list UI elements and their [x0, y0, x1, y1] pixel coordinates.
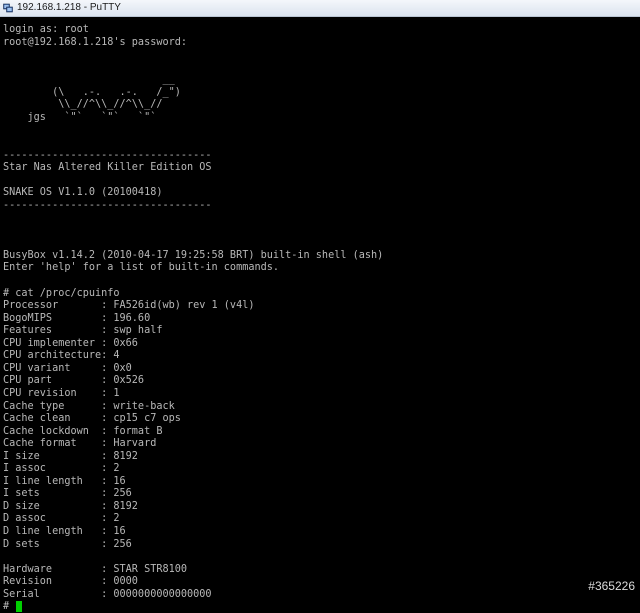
terminal-line: BogoMIPS : 196.60 — [3, 312, 151, 324]
terminal-line: Cache lockdown : format B — [3, 425, 163, 437]
terminal-line: CPU variant : 0x0 — [3, 362, 132, 374]
image-watermark: #365226 — [588, 579, 635, 593]
text-cursor — [16, 601, 23, 613]
terminal-line: BusyBox v1.14.2 (2010-04-17 19:25:58 BRT… — [3, 249, 384, 261]
terminal-line: jgs `"` `"` `"` — [3, 111, 157, 123]
terminal-line: Star Nas Altered Killer Edition OS — [3, 162, 212, 174]
terminal-line: Revision : 0000 — [3, 576, 138, 588]
terminal-line: D assoc : 2 — [3, 513, 120, 525]
terminal-line: root@192.168.1.218's password: — [3, 36, 188, 48]
terminal-line: ---------------------------------- — [3, 199, 212, 211]
terminal-line: SNAKE OS V1.1.0 (20100418) — [3, 187, 163, 199]
shell-prompt: # — [3, 601, 16, 613]
terminal-line: D size : 8192 — [3, 500, 138, 512]
terminal-line: Processor : FA526id(wb) rev 1 (v4l) — [3, 300, 255, 312]
terminal-prompt-line[interactable]: # — [3, 601, 23, 613]
terminal-line: login as: root — [3, 24, 89, 35]
terminal-line: D sets : 256 — [3, 538, 132, 550]
terminal-line: Hardware : STAR STR8100 — [3, 563, 188, 575]
window-title: 192.168.1.218 - PuTTY — [17, 2, 121, 13]
terminal-line: __ — [3, 74, 175, 86]
terminal-line: I size : 8192 — [3, 450, 138, 462]
window-titlebar[interactable]: 192.168.1.218 - PuTTY — [0, 0, 640, 17]
terminal-line: I sets : 256 — [3, 488, 132, 500]
terminal-line: CPU part : 0x526 — [3, 375, 145, 387]
terminal-line: I assoc : 2 — [3, 463, 120, 475]
terminal-line: Features : swp half — [3, 325, 163, 337]
terminal-line: Cache format : Harvard — [3, 438, 157, 450]
terminal-line: CPU architecture: 4 — [3, 350, 120, 362]
terminal-line: Cache clean : cp15 c7 ops — [3, 413, 181, 425]
terminal-line: # cat /proc/cpuinfo — [3, 287, 120, 299]
terminal-line: D line length : 16 — [3, 526, 126, 537]
terminal-line: CPU revision : 1 — [3, 387, 120, 399]
terminal-line: Serial : 0000000000000000 — [3, 588, 212, 600]
terminal-line: Enter 'help' for a list of built-in comm… — [3, 262, 280, 274]
terminal-line: I line length : 16 — [3, 475, 126, 487]
putty-icon — [3, 3, 13, 13]
terminal-line: CPU implementer : 0x66 — [3, 337, 138, 349]
terminal-line: \\_//^\\_//^\\_// — [3, 99, 163, 111]
terminal-screen[interactable]: login as: root root@192.168.1.218's passw… — [0, 17, 640, 613]
terminal-line: (\ .-. .-. /_") — [3, 86, 181, 98]
terminal-line: Cache type : write-back — [3, 400, 175, 412]
terminal-line: ---------------------------------- — [3, 149, 212, 161]
